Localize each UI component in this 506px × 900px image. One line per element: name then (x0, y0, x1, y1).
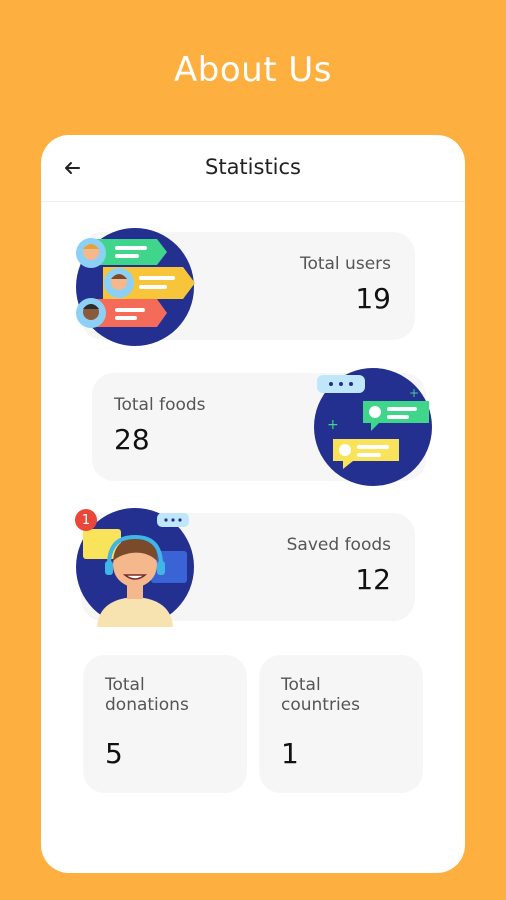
stat-label: Total foods (114, 395, 206, 415)
page-title: Statistics (205, 155, 301, 179)
stat-label: Total countries (281, 675, 360, 715)
stat-label: Total donations (105, 675, 189, 715)
stat-value: 5 (105, 737, 123, 770)
notification-count: 1 (81, 512, 91, 528)
svg-text:+: + (409, 386, 419, 400)
chat-bubbles-illustration: + + (313, 367, 433, 487)
stat-value: 12 (355, 563, 391, 596)
stat-label: Saved foods (286, 535, 391, 555)
users-chat-illustration (75, 227, 195, 347)
stat-value: 28 (114, 423, 150, 456)
stat-value: 1 (281, 737, 299, 770)
stat-label: Total users (299, 254, 391, 274)
app-bar: Statistics (41, 135, 465, 202)
stat-total-countries: Total countries 1 (259, 655, 423, 793)
statistics-card: Statistics Total users 19 Total foods 28… (41, 135, 465, 873)
stat-total-donations: Total donations 5 (83, 655, 247, 793)
notification-badge: 1 (75, 509, 97, 531)
stat-value: 19 (355, 282, 391, 315)
svg-text:+: + (327, 417, 339, 433)
page-heading: About Us (174, 50, 332, 90)
